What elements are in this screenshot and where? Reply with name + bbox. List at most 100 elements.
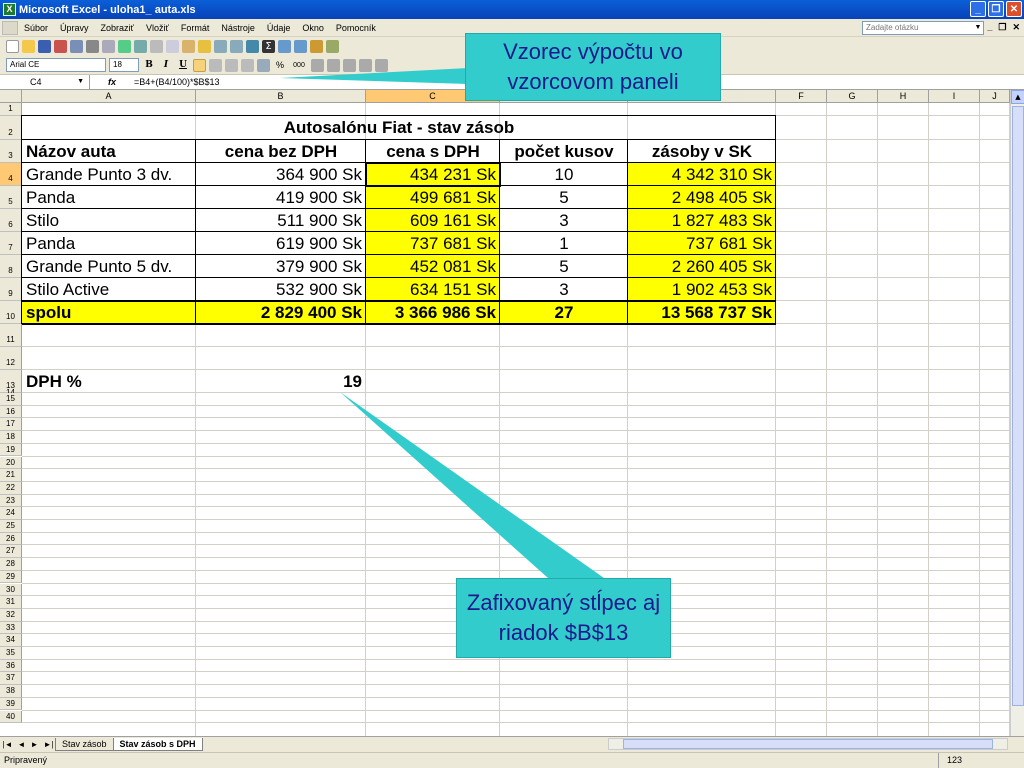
align-right-icon[interactable] xyxy=(225,58,238,72)
mail-icon[interactable] xyxy=(70,40,83,53)
scroll-up-icon[interactable]: ▲ xyxy=(1011,90,1024,104)
format-painter-icon[interactable] xyxy=(198,40,211,53)
table-cell[interactable]: 379 900 Sk xyxy=(196,255,366,278)
table-cell[interactable]: 2 260 405 Sk xyxy=(628,255,776,278)
header-quantity[interactable]: počet kusov xyxy=(500,140,628,163)
chevron-down-icon[interactable]: ▼ xyxy=(77,75,84,89)
thousands-button[interactable]: 000 xyxy=(290,62,308,69)
row-header[interactable]: 1 xyxy=(0,103,22,116)
chart-wizard-icon[interactable] xyxy=(310,40,323,53)
row-header[interactable]: 20 xyxy=(0,456,22,470)
chevron-down-icon[interactable]: ▼ xyxy=(973,22,983,34)
table-cell[interactable]: 3 xyxy=(500,209,628,232)
horizontal-scrollbar[interactable] xyxy=(608,738,1008,750)
menu-window[interactable]: Okno xyxy=(302,23,324,33)
dph-value[interactable]: 19 xyxy=(196,370,366,393)
row-header[interactable]: 11 xyxy=(0,324,22,347)
prev-sheet-icon[interactable]: ◄ xyxy=(18,740,26,749)
row-header[interactable]: 19 xyxy=(0,443,22,457)
row-header[interactable]: 26 xyxy=(0,532,22,546)
table-cell[interactable]: 2 498 405 Sk xyxy=(628,186,776,209)
table-cell[interactable]: 737 681 Sk xyxy=(628,232,776,255)
increase-decimal-icon[interactable] xyxy=(311,58,324,72)
row-header[interactable]: 21 xyxy=(0,469,22,482)
save-icon[interactable] xyxy=(38,40,51,53)
open-icon[interactable] xyxy=(22,40,35,53)
minimize-icon[interactable]: _ xyxy=(987,22,992,33)
spelling-icon[interactable] xyxy=(118,40,131,53)
permission-icon[interactable] xyxy=(54,40,67,53)
sheet-tab-stav-zasob-s-dph[interactable]: Stav zásob s DPH xyxy=(112,738,203,751)
table-cell[interactable]: 609 161 Sk xyxy=(366,209,500,232)
header-stock-value[interactable]: zásoby v SK xyxy=(628,140,776,163)
scroll-thumb[interactable] xyxy=(1012,106,1024,706)
menu-tools[interactable]: Nástroje xyxy=(221,23,255,33)
row-header[interactable]: 37 xyxy=(0,672,22,686)
row-header[interactable]: 39 xyxy=(0,697,22,711)
row-header[interactable]: 25 xyxy=(0,520,22,533)
table-cell[interactable]: Panda xyxy=(22,232,196,255)
row-header[interactable]: 22 xyxy=(0,481,22,495)
sort-ascending-icon[interactable] xyxy=(278,40,291,53)
row-header[interactable]: 28 xyxy=(0,558,22,571)
menu-insert[interactable]: Vložiť xyxy=(146,23,169,33)
restore-icon[interactable]: ❐ xyxy=(998,22,1006,33)
help-question-input[interactable]: Zadajte otázku ▼ xyxy=(862,21,984,35)
table-cell[interactable]: 737 681 Sk xyxy=(366,232,500,255)
table-cell[interactable]: 1 902 453 Sk xyxy=(628,278,776,301)
table-cell[interactable]: 619 900 Sk xyxy=(196,232,366,255)
table-cell[interactable]: 419 900 Sk xyxy=(196,186,366,209)
dph-label[interactable]: DPH % xyxy=(22,370,196,393)
copy-icon[interactable] xyxy=(166,40,179,53)
menu-view[interactable]: Zobraziť xyxy=(101,23,134,33)
table-cell[interactable]: 532 900 Sk xyxy=(196,278,366,301)
table-cell[interactable]: 452 081 Sk xyxy=(366,255,500,278)
row-header[interactable]: 17 xyxy=(0,418,22,432)
row-header[interactable]: 24 xyxy=(0,507,22,520)
align-left-icon[interactable] xyxy=(193,58,206,72)
drawing-icon[interactable] xyxy=(326,40,339,53)
row-header[interactable]: 18 xyxy=(0,431,22,444)
decrease-indent-icon[interactable] xyxy=(343,58,356,72)
excel-icon[interactable]: X xyxy=(3,3,16,16)
row-header[interactable]: 38 xyxy=(0,685,22,698)
row-header[interactable]: 9 xyxy=(0,278,22,301)
excel-doc-icon[interactable] xyxy=(2,20,18,35)
table-cell[interactable]: Grande Punto 3 dv. xyxy=(22,163,196,186)
select-all-corner[interactable] xyxy=(0,90,22,103)
vertical-scrollbar[interactable]: ▲ xyxy=(1010,90,1024,736)
table-cell[interactable]: 4 342 310 Sk xyxy=(628,163,776,186)
sheet-title[interactable]: Autosalónu Fiat - stav zásob xyxy=(22,116,776,140)
research-icon[interactable] xyxy=(134,40,147,53)
column-header[interactable]: I xyxy=(929,90,980,103)
font-name-select[interactable]: Arial CE xyxy=(6,58,106,72)
total-cell[interactable]: 2 829 400 Sk xyxy=(196,301,366,324)
header-price-with-vat[interactable]: cena s DPH xyxy=(366,140,500,163)
restore-icon[interactable]: ❐ xyxy=(988,1,1004,17)
next-sheet-icon[interactable]: ► xyxy=(31,740,39,749)
row-header[interactable]: 3 xyxy=(0,140,22,163)
total-cell[interactable]: 3 366 986 Sk xyxy=(366,301,500,324)
column-header[interactable]: A xyxy=(22,90,196,103)
menu-file[interactable]: Súbor xyxy=(24,23,48,33)
font-size-select[interactable]: 18 xyxy=(109,58,139,72)
table-cell[interactable]: 634 151 Sk xyxy=(366,278,500,301)
autosum-icon[interactable]: Σ xyxy=(262,40,275,53)
row-header[interactable]: 2 xyxy=(0,116,22,140)
redo-icon[interactable] xyxy=(230,40,243,53)
table-cell[interactable]: 1 827 483 Sk xyxy=(628,209,776,232)
underline-button[interactable]: U xyxy=(176,60,190,70)
table-cell[interactable]: 499 681 Sk xyxy=(366,186,500,209)
scroll-thumb[interactable] xyxy=(623,739,993,749)
row-header[interactable]: 29 xyxy=(0,570,22,584)
row-header[interactable]: 4 xyxy=(0,163,22,186)
formula-input[interactable]: =B4+(B4/100)*$B$13 xyxy=(134,77,220,87)
row-header[interactable]: 35 xyxy=(0,647,22,660)
menu-data[interactable]: Údaje xyxy=(267,23,291,33)
row-header[interactable]: 31 xyxy=(0,596,22,609)
menu-format[interactable]: Formát xyxy=(181,23,210,33)
row-header[interactable]: 36 xyxy=(0,659,22,673)
row-header[interactable]: 27 xyxy=(0,545,22,559)
borders-icon[interactable] xyxy=(375,58,388,72)
name-box[interactable]: C4 ▼ xyxy=(0,75,90,89)
